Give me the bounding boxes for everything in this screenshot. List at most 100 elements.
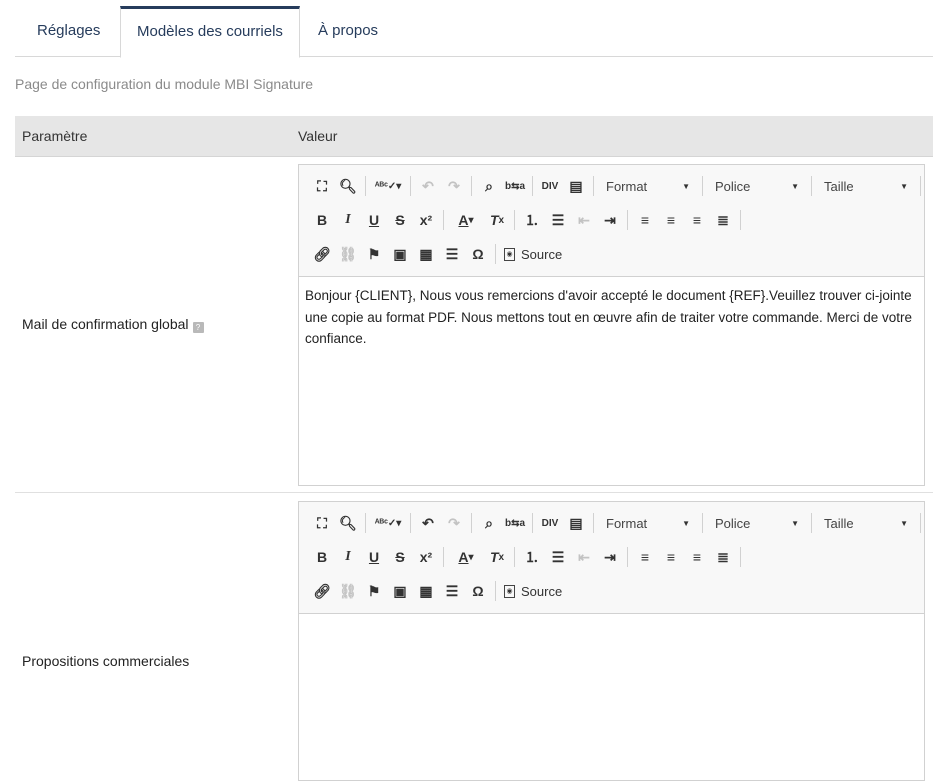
preview-icon[interactable]: 🔍︎ xyxy=(335,174,361,198)
italic-icon[interactable]: I xyxy=(335,208,361,232)
size-dropdown[interactable]: Taille ▼ xyxy=(816,511,916,535)
spellcheck-icon[interactable]: ᴬᴮᶜ✓▾ xyxy=(370,174,406,198)
toolbar-line-2: B I U S x² A ▾ Tx ⒈ ☰ ⇤ ⇥ ≡ ≡ ≡ ≣ xyxy=(309,544,745,570)
blocks-icon[interactable]: ▤ xyxy=(563,174,589,198)
source-doc-icon: ◉ xyxy=(504,584,515,598)
text-color-icon[interactable]: A ▾ xyxy=(448,208,484,232)
maximize-icon[interactable]: ⛶ xyxy=(309,174,335,198)
remove-format-icon[interactable]: Tx xyxy=(484,208,510,232)
unlink-icon[interactable]: ⛓ xyxy=(335,242,361,266)
replace-icon[interactable]: b⇆a xyxy=(502,174,528,198)
toolbar-line-2: B I U S x² A ▾ Tx ⒈ ☰ ⇤ ⇥ ≡ ≡ ≡ ≣ xyxy=(309,207,745,233)
editor-content-area[interactable]: Bonjour {CLIENT}, Nous vous remercions d… xyxy=(299,277,924,358)
table-icon[interactable]: ▦ xyxy=(413,242,439,266)
horizontal-line-icon[interactable]: ☰ xyxy=(439,242,465,266)
toolbar-separator xyxy=(920,176,921,196)
table-row: Mail de confirmation global? ⛶ 🔍︎ ᴬᴮᶜ✓▾ … xyxy=(15,157,933,493)
find-icon[interactable]: ⌕ xyxy=(476,174,502,198)
div-container-icon[interactable]: DIV xyxy=(537,511,563,535)
tab-a-propos[interactable]: À propos xyxy=(302,6,394,57)
source-button[interactable]: ◉ Source xyxy=(500,242,566,266)
toolbar-separator xyxy=(410,513,411,533)
align-center-icon[interactable]: ≡ xyxy=(658,208,684,232)
underline-icon[interactable]: U xyxy=(361,545,387,569)
numbered-list-icon[interactable]: ⒈ xyxy=(519,545,545,569)
table-icon[interactable]: ▦ xyxy=(413,579,439,603)
align-left-icon[interactable]: ≡ xyxy=(632,545,658,569)
toolbar-separator xyxy=(495,244,496,264)
bulleted-list-icon[interactable]: ☰ xyxy=(545,208,571,232)
find-icon[interactable]: ⌕ xyxy=(476,511,502,535)
tab-reglages[interactable]: Réglages xyxy=(21,6,116,57)
toolbar-separator xyxy=(471,176,472,196)
align-right-icon[interactable]: ≡ xyxy=(684,545,710,569)
align-center-icon[interactable]: ≡ xyxy=(658,545,684,569)
toolbar-separator xyxy=(811,176,812,196)
toolbar-separator xyxy=(702,513,703,533)
anchor-flag-icon[interactable]: ⚑ xyxy=(361,242,387,266)
undo-icon[interactable]: ↶ xyxy=(415,174,441,198)
row-label: Mail de confirmation global? xyxy=(22,316,204,333)
strikethrough-icon[interactable]: S xyxy=(387,545,413,569)
blocks-icon[interactable]: ▤ xyxy=(563,511,589,535)
font-dropdown[interactable]: Police ▼ xyxy=(707,174,807,198)
toolbar-separator xyxy=(593,176,594,196)
tab-modeles-courriels[interactable]: Modèles des courriels xyxy=(120,6,300,58)
align-justify-icon[interactable]: ≣ xyxy=(710,545,736,569)
outdent-icon[interactable]: ⇤ xyxy=(571,208,597,232)
toolbar-separator xyxy=(514,210,515,230)
outdent-icon[interactable]: ⇤ xyxy=(571,545,597,569)
align-left-icon[interactable]: ≡ xyxy=(632,208,658,232)
maximize-icon[interactable]: ⛶ xyxy=(309,511,335,535)
page-subtitle: Page de configuration du module MBI Sign… xyxy=(15,76,314,92)
indent-icon[interactable]: ⇥ xyxy=(597,545,623,569)
bold-icon[interactable]: B xyxy=(309,545,335,569)
superscript-icon[interactable]: x² xyxy=(413,208,439,232)
numbered-list-icon[interactable]: ⒈ xyxy=(519,208,545,232)
horizontal-line-icon[interactable]: ☰ xyxy=(439,579,465,603)
format-dropdown[interactable]: Format ▼ xyxy=(598,511,698,535)
italic-icon[interactable]: I xyxy=(335,545,361,569)
chevron-down-icon: ▼ xyxy=(682,518,690,528)
chevron-down-icon: ▼ xyxy=(791,181,799,191)
replace-icon[interactable]: b⇆a xyxy=(502,511,528,535)
chevron-down-icon: ▼ xyxy=(791,518,799,528)
editor-toolbar: ⛶ 🔍︎ ᴬᴮᶜ✓▾ ↶ ↷ ⌕ b⇆a DIV ▤ Format ▼ Polic… xyxy=(299,165,924,277)
editor-toolbar: ⛶ 🔍︎ ᴬᴮᶜ✓▾ ↶ ↷ ⌕ b⇆a DIV ▤ Format ▼ Polic… xyxy=(299,502,924,614)
rich-text-editor: ⛶ 🔍︎ ᴬᴮᶜ✓▾ ↶ ↷ ⌕ b⇆a DIV ▤ Format ▼ Polic… xyxy=(298,164,925,486)
bold-icon[interactable]: B xyxy=(309,208,335,232)
source-button[interactable]: ◉ Source xyxy=(500,579,566,603)
image-icon[interactable]: ▣ xyxy=(387,579,413,603)
preview-icon[interactable]: 🔍︎ xyxy=(335,511,361,535)
toolbar-line-1: ⛶ 🔍︎ ᴬᴮᶜ✓▾ ↶ ↷ ⌕ b⇆a DIV ▤ Format ▼ Polic… xyxy=(309,510,925,536)
spellcheck-icon[interactable]: ᴬᴮᶜ✓▾ xyxy=(370,511,406,535)
align-justify-icon[interactable]: ≣ xyxy=(710,208,736,232)
unlink-icon[interactable]: ⛓ xyxy=(335,579,361,603)
superscript-icon[interactable]: x² xyxy=(413,545,439,569)
format-dropdown[interactable]: Format ▼ xyxy=(598,174,698,198)
div-container-icon[interactable]: DIV xyxy=(537,174,563,198)
font-dropdown[interactable]: Police ▼ xyxy=(707,511,807,535)
text-color-icon[interactable]: A ▾ xyxy=(448,545,484,569)
undo-icon[interactable]: ↶ xyxy=(415,511,441,535)
help-icon[interactable]: ? xyxy=(192,322,204,333)
underline-icon[interactable]: U xyxy=(361,208,387,232)
anchor-flag-icon[interactable]: ⚑ xyxy=(361,579,387,603)
remove-format-icon[interactable]: Tx xyxy=(484,545,510,569)
redo-icon[interactable]: ↷ xyxy=(441,511,467,535)
bulleted-list-icon[interactable]: ☰ xyxy=(545,545,571,569)
toolbar-separator xyxy=(627,547,628,567)
size-dropdown[interactable]: Taille ▼ xyxy=(816,174,916,198)
strikethrough-icon[interactable]: S xyxy=(387,208,413,232)
special-char-icon[interactable]: Ω xyxy=(465,242,491,266)
special-char-icon[interactable]: Ω xyxy=(465,579,491,603)
row-label: Propositions commerciales xyxy=(22,653,189,669)
redo-icon[interactable]: ↷ xyxy=(441,174,467,198)
link-icon[interactable]: 🔗︎ xyxy=(309,242,335,266)
image-icon[interactable]: ▣ xyxy=(387,242,413,266)
align-right-icon[interactable]: ≡ xyxy=(684,208,710,232)
editor-content-area[interactable] xyxy=(299,614,924,630)
toolbar-separator xyxy=(811,513,812,533)
link-icon[interactable]: 🔗︎ xyxy=(309,579,335,603)
indent-icon[interactable]: ⇥ xyxy=(597,208,623,232)
